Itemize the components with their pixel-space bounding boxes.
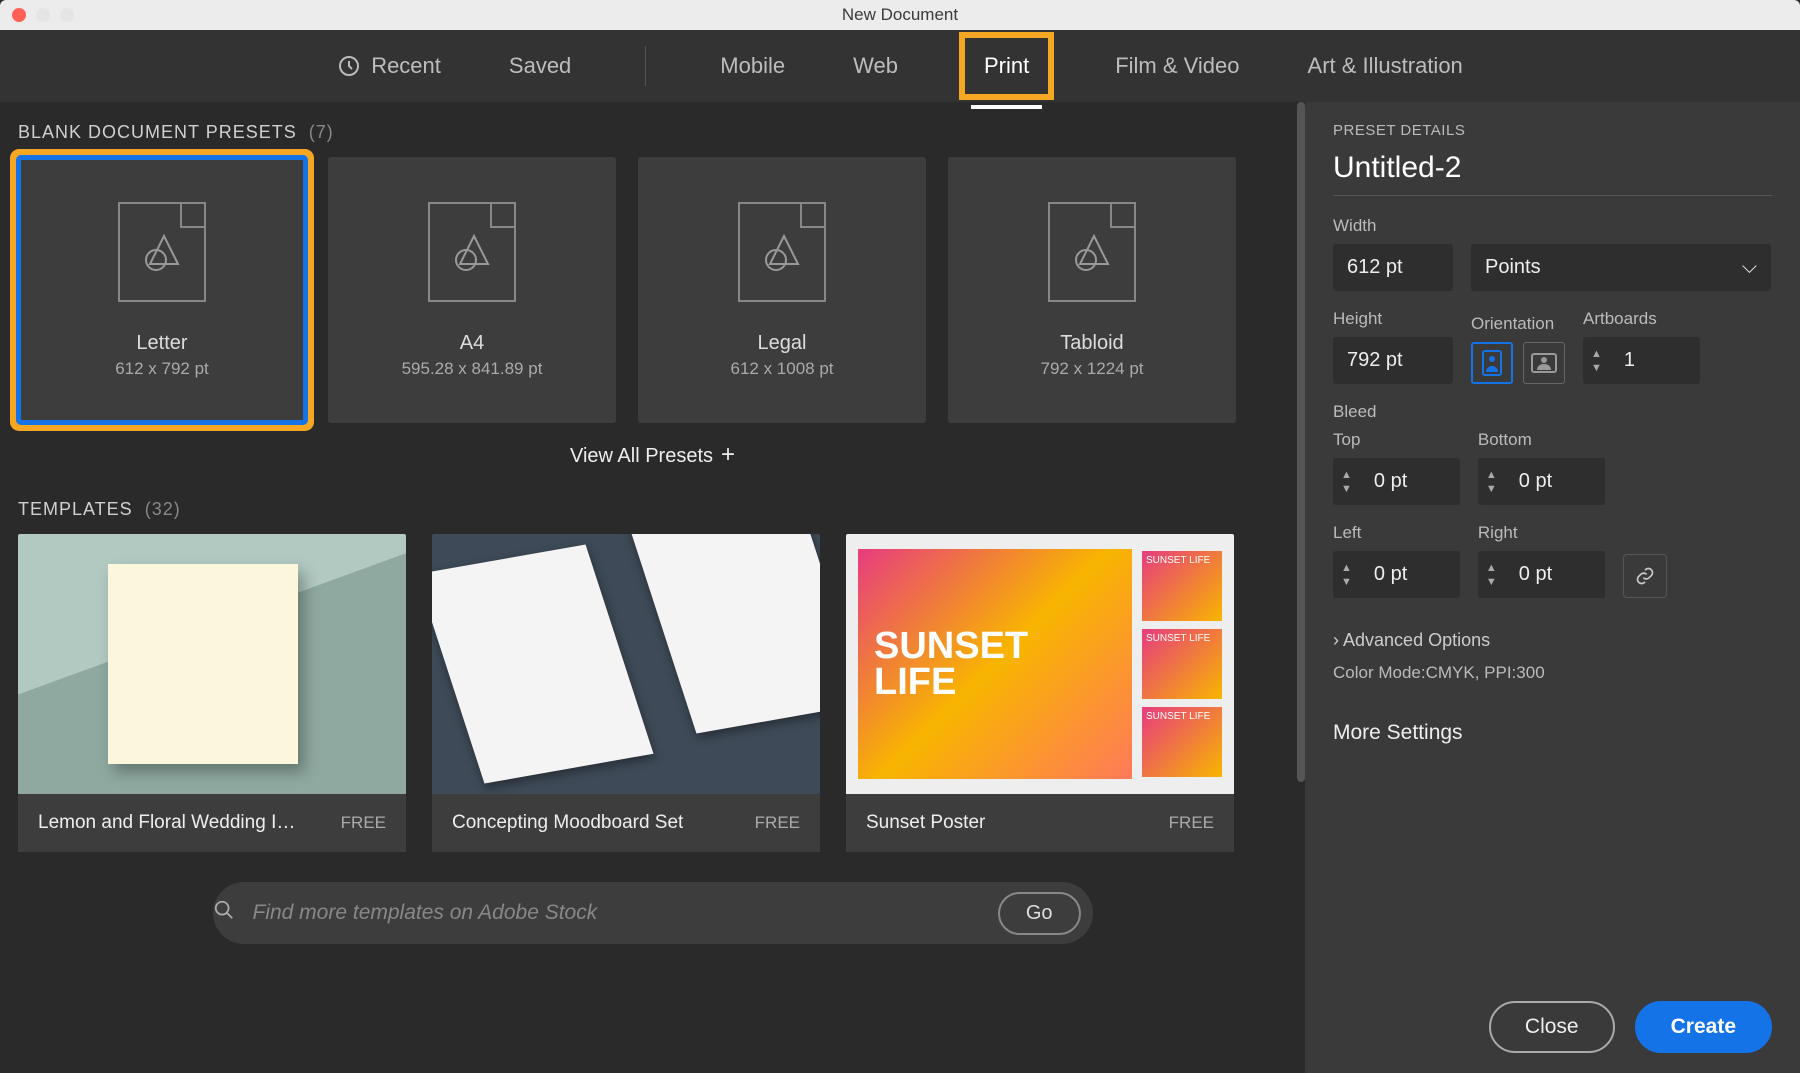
template-thumbnail: [18, 534, 406, 794]
page-icon: [738, 202, 826, 302]
details-header: PRESET DETAILS: [1333, 122, 1772, 139]
search-icon: [213, 899, 235, 927]
template-footer: Lemon and Floral Wedding Invita... FREE: [18, 794, 406, 852]
width-input[interactable]: 612 pt: [1333, 244, 1453, 291]
shapes-icon: [760, 230, 804, 274]
document-name[interactable]: Untitled-2: [1333, 151, 1772, 196]
template-card[interactable]: SUNSET LIFE SUNSET LIFE SUNSET LIFE SUNS…: [846, 534, 1234, 852]
artboards-value[interactable]: 1: [1610, 337, 1700, 384]
left-panel: BLANK DOCUMENT PRESETS (7) Letter 612 x …: [0, 102, 1305, 1073]
preset-tabloid[interactable]: Tabloid 792 x 1224 pt: [948, 157, 1236, 423]
top-label: Top: [1333, 430, 1460, 450]
artboards-stepper[interactable]: ▲ ▼ 1: [1583, 337, 1700, 384]
orientation-label: Orientation: [1471, 314, 1565, 334]
right-label: Right: [1478, 523, 1605, 543]
chevron-down-icon: ⌵: [1742, 256, 1757, 279]
tab-print[interactable]: Print: [962, 35, 1051, 97]
tab-film-video[interactable]: Film & Video: [1111, 47, 1243, 85]
titlebar: New Document: [0, 0, 1800, 30]
preset-name: Legal: [758, 332, 807, 355]
chevron-right-icon: ›: [1333, 630, 1339, 650]
units-select[interactable]: Points ⌵: [1471, 244, 1771, 291]
template-card[interactable]: Concepting Moodboard Set FREE: [432, 534, 820, 852]
page-icon: [1048, 202, 1136, 302]
category-tabs: Recent Saved Mobile Web Print Film & Vid…: [0, 30, 1800, 102]
bleed-top[interactable]: ▲▼ 0 pt: [1333, 458, 1460, 505]
shapes-icon: [1070, 230, 1114, 274]
stock-search[interactable]: Find more templates on Adobe Stock Go: [213, 882, 1093, 944]
template-thumbnail: SUNSET LIFE SUNSET LIFE SUNSET LIFE SUNS…: [846, 534, 1234, 794]
presets-count: (7): [309, 122, 334, 142]
templates-header: TEMPLATES (32): [18, 499, 1287, 520]
link-bleed-icon[interactable]: [1623, 554, 1667, 598]
presets-header: BLANK DOCUMENT PRESETS (7): [18, 122, 1287, 143]
tab-saved[interactable]: Saved: [505, 47, 575, 85]
preset-size: 612 x 792 pt: [115, 359, 209, 379]
step-down-icon[interactable]: ▼: [1591, 362, 1602, 374]
page-icon: [118, 202, 206, 302]
tab-mobile[interactable]: Mobile: [716, 47, 789, 85]
tab-recent[interactable]: Recent: [333, 47, 445, 85]
shapes-icon: [450, 230, 494, 274]
tab-web[interactable]: Web: [849, 47, 902, 85]
bleed-bottom[interactable]: ▲▼ 0 pt: [1478, 458, 1605, 505]
advanced-options[interactable]: › Advanced Options: [1333, 630, 1772, 651]
preset-size: 612 x 1008 pt: [730, 359, 833, 379]
template-name: Sunset Poster: [866, 812, 985, 834]
create-button[interactable]: Create: [1635, 1001, 1772, 1053]
template-price: FREE: [755, 813, 800, 833]
window-title: New Document: [0, 5, 1800, 25]
template-footer: Sunset Poster FREE: [846, 794, 1234, 852]
preset-size: 792 x 1224 pt: [1040, 359, 1143, 379]
page-icon: [428, 202, 516, 302]
template-name: Lemon and Floral Wedding Invita...: [38, 812, 298, 834]
template-thumbnail: [432, 534, 820, 794]
artboards-label: Artboards: [1583, 309, 1700, 329]
more-settings[interactable]: More Settings: [1333, 721, 1772, 745]
orientation-portrait[interactable]: [1471, 342, 1513, 384]
bleed-right[interactable]: ▲▼ 0 pt: [1478, 551, 1605, 598]
preset-a4[interactable]: A4 595.28 x 841.89 pt: [328, 157, 616, 423]
preset-letter[interactable]: Letter 612 x 792 pt: [18, 157, 306, 423]
search-placeholder: Find more templates on Adobe Stock: [253, 901, 980, 925]
bleed-left[interactable]: ▲▼ 0 pt: [1333, 551, 1460, 598]
step-up-icon[interactable]: ▲: [1591, 348, 1602, 360]
templates-count: (32): [145, 499, 181, 519]
poster-graphic: SUNSET LIFE: [858, 549, 1132, 779]
preset-name: A4: [460, 332, 484, 355]
templates-grid: Lemon and Floral Wedding Invita... FREE …: [18, 534, 1287, 852]
close-button[interactable]: Close: [1489, 1001, 1615, 1053]
preset-size: 595.28 x 841.89 pt: [402, 359, 543, 379]
dialog-buttons: Close Create: [1333, 971, 1772, 1053]
bleed-label: Bleed: [1333, 402, 1772, 422]
plus-icon: +: [721, 441, 735, 468]
shapes-icon: [140, 230, 184, 274]
tab-art-illustration[interactable]: Art & Illustration: [1304, 47, 1467, 85]
template-footer: Concepting Moodboard Set FREE: [432, 794, 820, 852]
template-card[interactable]: Lemon and Floral Wedding Invita... FREE: [18, 534, 406, 852]
tab-recent-label: Recent: [371, 53, 441, 79]
poster-side: SUNSET LIFE SUNSET LIFE SUNSET LIFE: [1142, 551, 1222, 777]
template-price: FREE: [1169, 813, 1214, 833]
height-input[interactable]: 792 pt: [1333, 337, 1453, 384]
go-button[interactable]: Go: [998, 892, 1081, 935]
orientation-landscape[interactable]: [1523, 342, 1565, 384]
clock-icon: [337, 54, 361, 78]
preset-name: Tabloid: [1060, 332, 1123, 355]
tab-divider: [645, 46, 646, 86]
color-mode-summary: Color Mode:CMYK, PPI:300: [1333, 663, 1772, 683]
preset-legal[interactable]: Legal 612 x 1008 pt: [638, 157, 926, 423]
bottom-label: Bottom: [1478, 430, 1605, 450]
presets-grid: Letter 612 x 792 pt A4 595.28 x 841.89 p…: [18, 157, 1287, 423]
main-area: BLANK DOCUMENT PRESETS (7) Letter 612 x …: [0, 102, 1800, 1073]
preset-details-panel: PRESET DETAILS Untitled-2 Width 612 pt P…: [1305, 102, 1800, 1073]
template-price: FREE: [341, 813, 386, 833]
template-name: Concepting Moodboard Set: [452, 812, 683, 834]
view-all-presets[interactable]: View All Presets+: [18, 441, 1287, 469]
height-label: Height: [1333, 309, 1453, 329]
scrollbar[interactable]: [1297, 102, 1305, 782]
preset-name: Letter: [136, 332, 187, 355]
width-label: Width: [1333, 216, 1772, 236]
left-label: Left: [1333, 523, 1460, 543]
